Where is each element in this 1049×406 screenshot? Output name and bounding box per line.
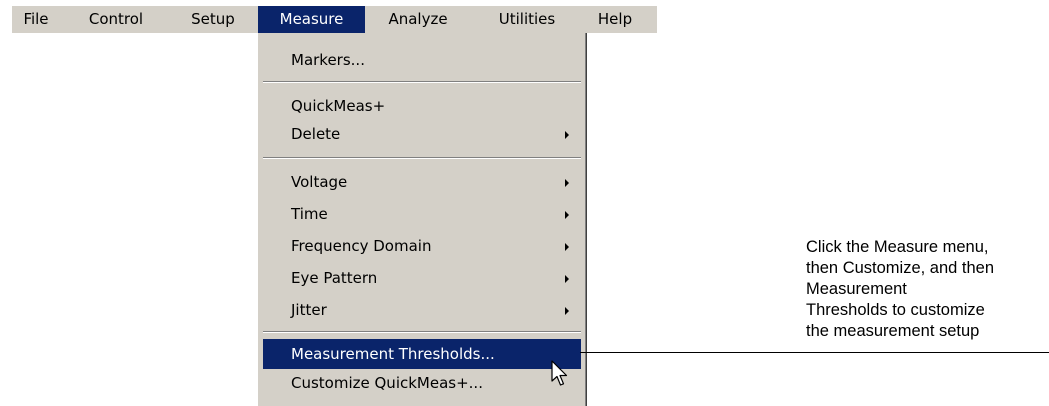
menu-separator	[263, 157, 581, 159]
chevron-right-icon	[565, 211, 569, 219]
menu-item-label: Eye Pattern	[291, 269, 378, 287]
menu-measure[interactable]: Measure	[258, 6, 365, 33]
chevron-right-icon	[565, 243, 569, 251]
menu-item-quickmeas[interactable]: QuickMeas+	[263, 93, 581, 120]
callout-leader-line	[580, 352, 1049, 353]
chevron-right-icon	[565, 179, 569, 187]
menu-setup[interactable]: Setup	[182, 6, 244, 33]
menu-separator	[263, 81, 581, 83]
menu-utilities[interactable]: Utilities	[486, 6, 568, 33]
menu-item-markers[interactable]: Markers...	[263, 47, 581, 74]
menu-item-time[interactable]: Time	[263, 201, 581, 228]
menu-item-voltage[interactable]: Voltage	[263, 169, 581, 196]
menu-item-frequency-domain[interactable]: Frequency Domain	[263, 233, 581, 260]
menu-item-delete[interactable]: Delete	[263, 121, 581, 148]
menu-item-customize-quickmeas[interactable]: Customize QuickMeas+...	[263, 370, 581, 397]
menu-item-label: Jitter	[291, 301, 327, 319]
callout-text: Click the Measure menu, then Customize, …	[806, 238, 995, 340]
menu-item-jitter[interactable]: Jitter	[263, 297, 581, 324]
menu-bar: File Control Setup Measure Analyze Utili…	[12, 6, 657, 33]
chevron-right-icon	[565, 307, 569, 315]
mouse-pointer-icon	[551, 360, 568, 386]
menu-item-label: Time	[291, 205, 328, 223]
menu-item-label: Markers...	[291, 51, 365, 69]
menu-item-eye-pattern[interactable]: Eye Pattern	[263, 265, 581, 292]
menu-control[interactable]: Control	[72, 6, 160, 33]
menu-item-label: Voltage	[291, 173, 348, 191]
menu-file[interactable]: File	[12, 6, 60, 33]
menu-analyze[interactable]: Analyze	[374, 6, 462, 33]
menu-item-label: Measurement Thresholds...	[291, 345, 495, 363]
menu-item-label: Customize QuickMeas+...	[291, 374, 483, 392]
measure-dropdown-menu: Markers... QuickMeas+ Delete Voltage Tim…	[257, 33, 587, 406]
menu-item-label: Delete	[291, 125, 341, 143]
menu-help[interactable]: Help	[586, 6, 644, 33]
chevron-right-icon	[565, 275, 569, 283]
menu-item-label: QuickMeas+	[291, 97, 386, 115]
menu-item-measurement-thresholds[interactable]: Measurement Thresholds...	[263, 339, 581, 369]
menu-separator	[263, 331, 581, 333]
chevron-right-icon	[565, 131, 569, 139]
menu-item-label: Frequency Domain	[291, 237, 432, 255]
